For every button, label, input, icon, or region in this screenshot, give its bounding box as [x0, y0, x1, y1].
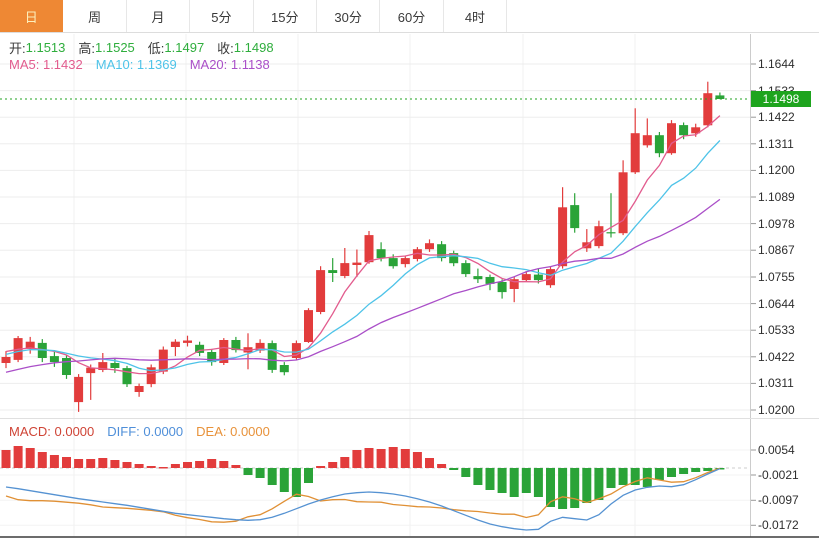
price-axis-label: 1.0311: [758, 376, 794, 390]
indicator-label: 高:: [78, 38, 95, 57]
current-price-badge: 1.1498: [751, 91, 811, 107]
macd-axis-label: 0.0054: [758, 443, 795, 457]
ma10-line: [6, 141, 720, 371]
indicator-value: 0.0000: [230, 424, 270, 439]
ohlc-readout-row: 开:1.1513 高:1.1525 低:1.1497 收:1.1498: [9, 39, 274, 55]
macd-row-item: DIFF: 0.0000: [107, 424, 183, 439]
ma20-line: [6, 199, 720, 372]
price-axis-label: 1.1311: [758, 137, 794, 151]
indicator-label: 开:: [9, 38, 26, 57]
ohlc-row-item: 开:1.1513: [9, 38, 65, 57]
indicator-value: 0.0000: [143, 424, 183, 439]
indicator-value: 1.1138: [231, 57, 270, 72]
indicator-value: 0.0000: [55, 424, 95, 439]
indicator-label: DEA:: [196, 424, 230, 439]
macd-axis-label: -0.0021: [758, 468, 799, 482]
ma5-line: [6, 116, 720, 374]
ohlc-row-item: 收:1.1498: [217, 38, 273, 57]
price-axis-label: 1.0533: [758, 323, 795, 337]
price-axis-label: 1.0422: [758, 350, 795, 364]
price-axis-label: 1.0755: [758, 270, 795, 284]
indicator-label: MA5:: [9, 57, 43, 72]
indicator-label: DIFF:: [107, 424, 143, 439]
ohlc-row-item: 低:1.1497: [148, 38, 204, 57]
price-axis-label: 1.0644: [758, 297, 795, 311]
indicator-value: 1.1525: [95, 40, 135, 55]
indicator-label: 收:: [217, 38, 234, 57]
macd-axis-label: -0.0172: [758, 518, 799, 532]
indicator-value: 1.1513: [26, 40, 66, 55]
indicator-label: MACD:: [9, 424, 55, 439]
ohlc-row-item: 高:1.1525: [78, 38, 134, 57]
indicator-value: 1.1432: [43, 57, 83, 72]
indicator-label: 低:: [148, 38, 165, 57]
price-axis-label: 1.1422: [758, 110, 795, 124]
ma-row-item: MA20: 1.1138: [190, 57, 270, 72]
indicator-value: 1.1369: [137, 57, 177, 72]
chart-canvas[interactable]: [0, 0, 819, 545]
macd-axis-label: -0.0097: [758, 493, 799, 507]
price-axis-label: 1.0867: [758, 243, 795, 257]
indicator-value: 1.1497: [164, 40, 204, 55]
ma-readout-row: MA5: 1.1432 MA10: 1.1369 MA20: 1.1138: [9, 56, 270, 72]
price-axis-label: 1.1200: [758, 163, 795, 177]
indicator-label: MA10:: [96, 57, 137, 72]
indicator-value: 1.1498: [234, 40, 274, 55]
indicator-label: MA20:: [190, 57, 231, 72]
price-axis-label: 1.1644: [758, 57, 795, 71]
price-axis-label: 1.0978: [758, 217, 795, 231]
macd-row-item: MACD: 0.0000: [9, 424, 94, 439]
forex-candlestick-chart-widget: 日周月5分15分30分60分4时 开:1.1513高:1.1525低:1.149…: [0, 0, 819, 545]
price-axis-label: 1.0200: [758, 403, 795, 417]
candles-layer: [2, 82, 725, 412]
price-axis-label: 1.1089: [758, 190, 795, 204]
macd-row-item: DEA: 0.0000: [196, 424, 270, 439]
macd-histogram-layer: [2, 446, 725, 509]
ma-row-item: MA10: 1.1369: [96, 57, 177, 72]
macd-readout-row: MACD: 0.0000DIFF: 0.0000DEA: 0.0000: [9, 423, 270, 439]
ma-row-item: MA5: 1.1432: [9, 57, 83, 72]
